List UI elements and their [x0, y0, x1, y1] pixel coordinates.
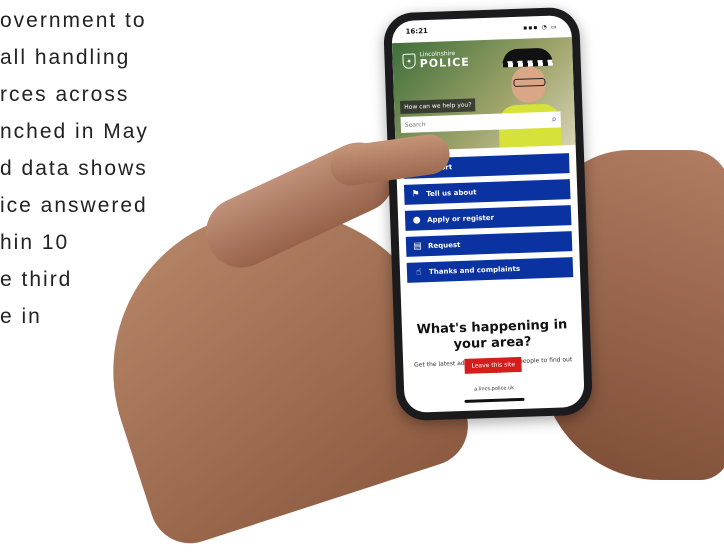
browser-url[interactable]: a.lincs.police.uk	[404, 383, 584, 395]
thumbs-icon: ☝	[415, 267, 422, 278]
menu-item-apply-or-register[interactable]: ● Apply or register	[404, 205, 572, 231]
menu-item-thanks-and-complaints[interactable]: ☝ Thanks and complaints	[406, 257, 574, 283]
status-time: 16:21	[405, 26, 429, 36]
request-icon: ▤	[413, 241, 423, 252]
smartphone: 16:21 ▪▪▪ ◔ ▭ ✦ Lincolnshire POLICE How …	[382, 6, 594, 422]
article-line: nched in May	[0, 120, 149, 143]
hero-banner: ✦ Lincolnshire POLICE How can we help yo…	[391, 36, 576, 152]
status-icons: ▪▪▪ ◔ ▭	[523, 22, 558, 32]
home-indicator[interactable]	[464, 397, 525, 403]
article-line: all handling	[0, 46, 131, 69]
crest-icon: ✦	[402, 53, 416, 69]
flag-icon: ⚑	[411, 189, 420, 200]
police-logo[interactable]: ✦ Lincolnshire POLICE	[402, 50, 471, 71]
section-text: Get the latest advice, help us with peop…	[413, 355, 574, 379]
logo-text: Lincolnshire POLICE	[419, 50, 471, 71]
menu-item-label: Thanks and complaints	[428, 264, 521, 277]
help-label: How can we help you?	[400, 98, 476, 114]
section-title: What's happening in your area?	[416, 317, 568, 353]
whats-happening-section: What's happening in your area? Get the l…	[401, 283, 584, 379]
hat-band	[502, 59, 553, 68]
menu-item-request[interactable]: ▤ Request	[405, 231, 573, 257]
phone-screen: 16:21 ▪▪▪ ◔ ▭ ✦ Lincolnshire POLICE How …	[391, 14, 585, 414]
search-icon[interactable]: ⌕	[552, 115, 557, 125]
article-line: rces across	[0, 83, 130, 106]
glasses	[513, 77, 546, 88]
menu-item-label: Request	[427, 240, 461, 251]
police-officer-image	[496, 47, 562, 148]
menu-item-label: Apply or register	[427, 213, 495, 225]
article-line: overnment to	[0, 9, 147, 32]
menu-item-label: Tell us about	[426, 188, 477, 199]
article-line: ice answered	[0, 194, 148, 217]
bulb-icon: ●	[412, 215, 421, 226]
menu-item-tell-us-about[interactable]: ⚑ Tell us about	[403, 179, 571, 205]
search-input[interactable]	[404, 117, 525, 129]
leave-site-button[interactable]: Leave this site	[464, 356, 523, 374]
logo-brand: POLICE	[419, 55, 471, 71]
article-line: d data shows	[0, 157, 148, 180]
